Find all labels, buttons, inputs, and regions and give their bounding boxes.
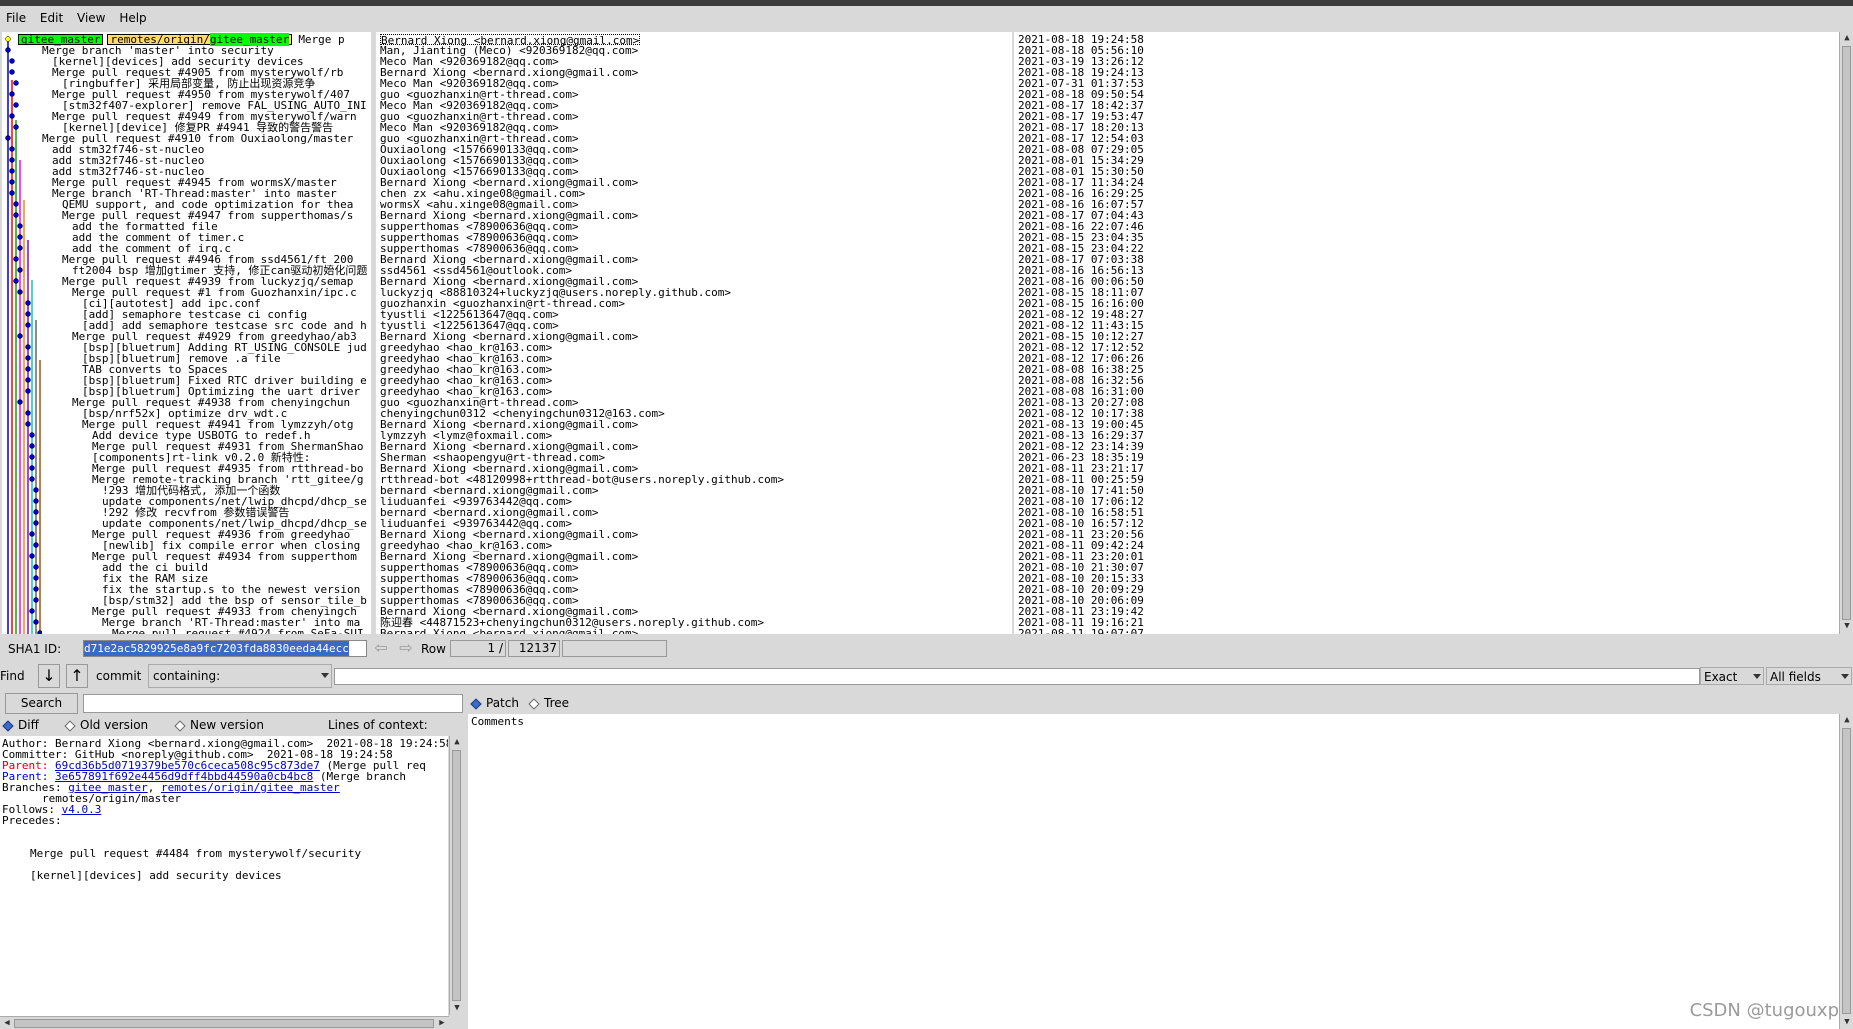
find-exact-select[interactable]: Exact [1700, 667, 1764, 685]
details-scroll-left-icon[interactable]: ◀ [1, 1017, 13, 1029]
find-mode-value: containing: [153, 669, 221, 683]
commit-date-list: 2021-08-18 19:24:58 2021-08-18 05:56:10 20… [1018, 34, 1318, 634]
find-prev-up-button[interactable]: ↑ [66, 664, 88, 688]
find-bar: Find ↓ ↑ commit containing: Exact All fi… [0, 663, 1853, 689]
new-version-radio-label: New version [190, 718, 264, 732]
new-version-radio-icon [174, 719, 186, 732]
back-arrow-icon[interactable]: ⇦ [370, 638, 392, 658]
details-scroll-right-icon[interactable]: ▶ [436, 1017, 448, 1029]
commit-message-line-1: Merge pull request #4484 from mysterywol… [30, 847, 362, 860]
precedes-line: Precedes: [2, 814, 62, 827]
details-hscroll-thumb[interactable] [14, 1019, 434, 1028]
commit-details-pane[interactable]: Author: Bernard Xiong <bernard.xiong@gma… [0, 736, 448, 1016]
details-scroll-down-icon[interactable]: ▼ [451, 1002, 463, 1014]
branch-link-2[interactable]: remotes/origin/gitee_master [161, 781, 340, 794]
search-button-label: Search [20, 696, 63, 710]
find-next-down-button[interactable]: ↓ [38, 664, 60, 688]
sha1-field[interactable]: d71e2ac5829925e8a9fc7203fda8830eeda44ecc [83, 640, 367, 657]
file-list-scroll-thumb[interactable] [1842, 728, 1851, 1014]
menu-bar: File Edit View Help [0, 6, 1853, 32]
row-current: 1 / [450, 640, 506, 657]
find-mode-dropdown-icon [321, 673, 329, 678]
commit-message-line-2: [kernel][devices] add security devices [30, 869, 282, 882]
exact-dropdown-icon [1753, 674, 1761, 679]
sha1-value: d71e2ac5829925e8a9fc7203fda8830eeda44ecc [84, 641, 349, 656]
find-exact-value: Exact [1704, 670, 1738, 684]
patch-tree-bar: Patch Tree [468, 694, 868, 712]
follows-tag-link[interactable]: v4.0.3 [62, 803, 102, 816]
commit-author-pane[interactable]: Bernard Xiong <bernard.xiong@gmail.com> M… [376, 32, 1012, 634]
new-version-radio[interactable]: New version [174, 718, 264, 732]
find-fields-value: All fields [1770, 670, 1821, 684]
patch-radio[interactable]: Patch [470, 696, 519, 710]
commit-date-pane[interactable]: 2021-08-18 19:24:58 2021-08-18 05:56:10 20… [1014, 32, 1839, 634]
diff-options-bar: Diff Old version New version Lines of co… [0, 716, 462, 734]
commit-subject: Merge pull request #4924 from SeFa-SUI [112, 627, 364, 634]
progress-bar [562, 640, 667, 657]
watermark: CSDN @tugouxp [1689, 1000, 1839, 1021]
find-mode-select[interactable]: containing: [148, 664, 332, 688]
file-list-pane[interactable]: Comments [468, 714, 1839, 1029]
diff-radio[interactable]: Diff [2, 718, 39, 732]
menu-help[interactable]: Help [113, 6, 150, 25]
menu-file[interactable]: File [0, 6, 30, 25]
row-total: 12137 [508, 640, 560, 657]
scrollbar-thumb[interactable] [1842, 46, 1851, 620]
menu-view[interactable]: View [71, 6, 109, 25]
commit-author-list: Bernard Xiong <bernard.xiong@gmail.com> M… [380, 34, 1010, 634]
file-list-comments[interactable]: Comments [468, 714, 1839, 727]
find-query-input[interactable] [334, 668, 1700, 685]
commit-list-scrollbar[interactable]: ▲ ▼ [1839, 32, 1853, 634]
forward-arrow-icon[interactable]: ⇨ [395, 638, 417, 658]
scroll-up-arrow-icon[interactable]: ▲ [1841, 32, 1853, 44]
patch-radio-icon [470, 697, 482, 710]
find-label: Find [0, 669, 25, 683]
details-scroll-thumb[interactable] [452, 750, 461, 1001]
commit-subject-list: gitee_master remotes/origin/gitee_master M… [2, 33, 371, 634]
file-list-scroll-up-icon[interactable]: ▲ [1841, 714, 1853, 726]
tree-radio-icon [528, 697, 540, 710]
find-type-select[interactable]: commit [96, 669, 141, 683]
details-scroll-up-icon[interactable]: ▲ [451, 736, 463, 748]
commit-subject: Merge p [298, 33, 345, 46]
details-hscrollbar[interactable]: ◀ ▶ [0, 1016, 449, 1029]
row-label: Row [421, 642, 446, 656]
commit-graph-pane[interactable]: gitee_master remotes/origin/gitee_master M… [2, 32, 371, 634]
tree-radio-label: Tree [544, 696, 570, 710]
lines-of-context-label: Lines of context: [328, 718, 428, 732]
patch-radio-label: Patch [486, 696, 519, 710]
sha1-bar: SHA1 ID: d71e2ac5829925e8a9fc7203fda8830… [0, 638, 1853, 660]
find-fields-select[interactable]: All fields [1766, 667, 1852, 685]
sha1-label: SHA1 ID: [8, 642, 62, 656]
file-list-scroll-down-icon[interactable]: ▼ [1841, 1016, 1853, 1028]
old-version-radio-label: Old version [80, 718, 149, 732]
tree-radio[interactable]: Tree [528, 696, 570, 710]
old-version-radio-icon [64, 719, 76, 732]
search-button[interactable]: Search [5, 693, 78, 714]
file-list-scrollbar[interactable]: ▲ ▼ [1839, 714, 1853, 1029]
old-version-radio[interactable]: Old version [64, 718, 149, 732]
follows-line: Follows: v4.0.3 [2, 804, 446, 815]
commit-date[interactable]: 2021-08-11 19:07:07 [1018, 628, 1318, 634]
menu-edit[interactable]: Edit [34, 6, 67, 25]
diff-radio-label: Diff [18, 718, 39, 732]
fields-dropdown-icon [1841, 674, 1849, 679]
diff-radio-icon [2, 719, 14, 732]
scroll-down-arrow-icon[interactable]: ▼ [1841, 620, 1853, 632]
search-input[interactable] [83, 694, 463, 713]
details-scrollbar[interactable]: ▲ ▼ [449, 736, 463, 1015]
commit-row[interactable]: Merge pull request #4924 from SeFa-SUI [2, 628, 371, 634]
